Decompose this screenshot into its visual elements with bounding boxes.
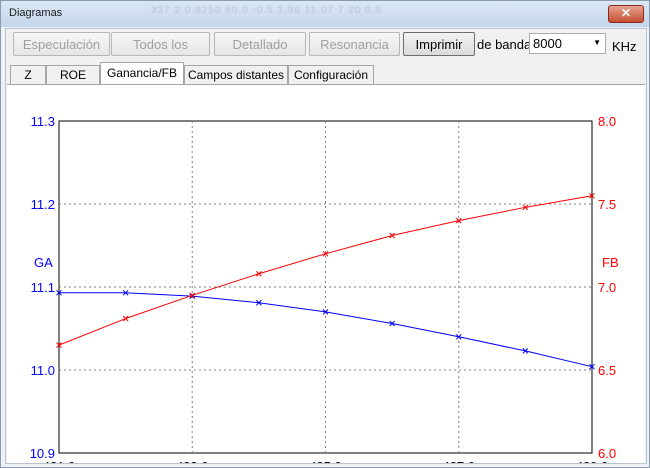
window-title: Diagramas <box>9 7 63 19</box>
tab-ganancia-fb[interactable]: Ganancia/FB <box>100 62 184 85</box>
obscured-background-text: 337 2 0.8250 50.0 -0.5 1.96 11.07 7.20 0… <box>151 5 382 16</box>
tab-z[interactable]: Z <box>10 65 46 84</box>
y-left-tick-label: 11.0 <box>31 363 55 378</box>
y-right-tick-label: 6.5 <box>598 363 616 378</box>
y-left-axis-label: GA <box>34 255 53 270</box>
client-area: Especulación Todos los puntos Detallado … <box>5 28 647 468</box>
y-left-tick-label: 10.9 <box>30 446 55 461</box>
imprimir-button[interactable]: Imprimir <box>403 32 475 56</box>
diagram-window: Diagramas 337 2 0.8250 50.0 -0.5 1.96 11… <box>0 0 650 468</box>
y-right-tick-label: 7.0 <box>598 280 616 295</box>
series-line-ga <box>59 292 593 368</box>
title-bar[interactable]: Diagramas 337 2 0.8250 50.0 -0.5 1.96 11… <box>1 1 649 27</box>
band-value: 8000 <box>533 36 562 51</box>
band-label: de banda <box>477 37 532 52</box>
y-right-tick-label: 7.5 <box>598 197 616 212</box>
y-left-tick-label: 11.2 <box>31 197 55 212</box>
band-unit: KHz <box>612 39 637 54</box>
close-icon: ✕ <box>620 6 632 20</box>
y-right-tick-label: 6.0 <box>598 446 616 461</box>
tab-roe[interactable]: ROE <box>46 65 100 84</box>
todos-los-puntos-button[interactable]: Todos los puntos <box>111 32 210 76</box>
band-select[interactable]: 8000 ▼ <box>529 33 606 54</box>
gain-fb-chart: 431.0433.0435.0437.0439.010.911.011.111.… <box>30 114 619 468</box>
y-right-axis-label: FB <box>602 255 619 270</box>
resonancia-button[interactable]: Resonancia <box>309 32 400 56</box>
detallado-button[interactable]: Detallado <box>214 32 306 56</box>
tab-campos-distantes[interactable]: Campos distantes <box>184 65 288 84</box>
tab-configuracion[interactable]: Configuración <box>288 65 374 84</box>
y-left-tick-label: 11.1 <box>31 280 55 295</box>
data-point-fb <box>122 315 129 322</box>
x-tick-label: 433.0 <box>176 459 209 463</box>
x-tick-label: 435.0 <box>309 459 342 463</box>
y-right-tick-label: 8.0 <box>598 114 616 129</box>
especulacion-button[interactable]: Especulación <box>13 32 110 56</box>
x-tick-label: 437.0 <box>442 459 475 463</box>
y-left-tick-label: 11.3 <box>31 114 55 129</box>
chart-panel: 431.0433.0435.0437.0439.010.911.011.111.… <box>7 84 645 468</box>
data-point-fb <box>256 270 262 277</box>
chevron-down-icon: ▼ <box>593 38 601 47</box>
close-button[interactable]: ✕ <box>608 5 644 23</box>
